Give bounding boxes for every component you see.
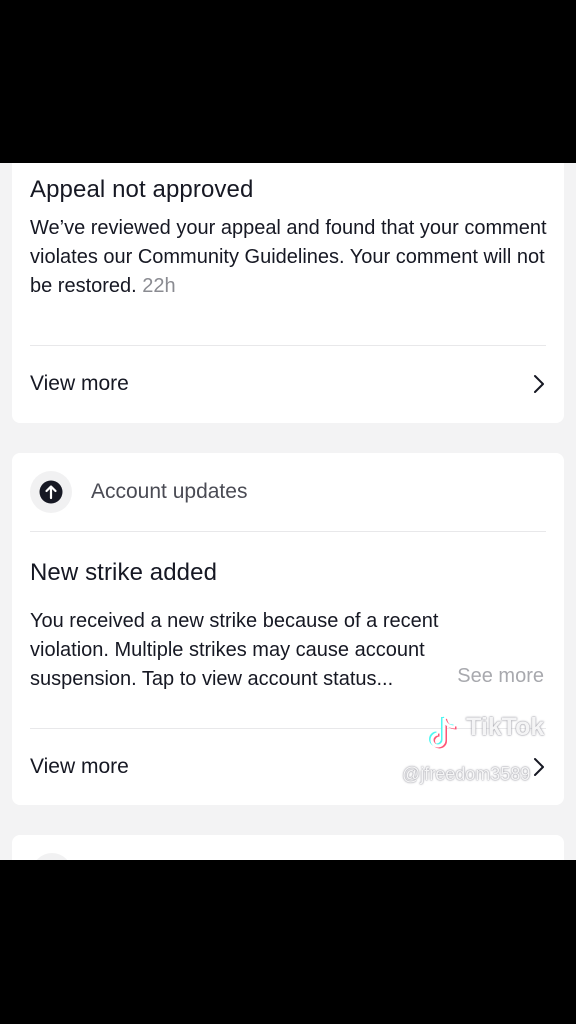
divider (30, 728, 546, 729)
appeal-body: We’ve reviewed your appeal and found tha… (30, 214, 550, 301)
strike-body: You received a new strike because of a r… (30, 610, 439, 690)
divider (30, 345, 546, 346)
appeal-notification-card[interactable]: Appeal not approved We’ve reviewed your … (12, 163, 564, 423)
partial-icon (32, 853, 72, 860)
arrow-up-circle-icon (39, 480, 63, 504)
see-more-link[interactable]: See more (457, 665, 544, 688)
view-more-account-button[interactable]: View more (30, 747, 546, 787)
next-notification-card[interactable] (12, 835, 564, 860)
chevron-right-icon (534, 758, 544, 776)
appeal-title: Appeal not approved (30, 176, 254, 203)
divider (30, 531, 546, 532)
view-more-appeal-button[interactable]: View more (30, 364, 546, 404)
chevron-right-icon (534, 375, 544, 393)
strike-title: New strike added (30, 559, 218, 586)
notifications-screen: Appeal not approved We’ve reviewed your … (0, 163, 576, 860)
view-more-label: View more (30, 755, 129, 778)
appeal-timestamp: 22h (142, 275, 176, 297)
account-updates-label: Account updates (91, 480, 248, 503)
account-updates-header: Account updates (30, 471, 247, 513)
appeal-body-text: We’ve reviewed your appeal and found tha… (30, 217, 547, 297)
view-more-label: View more (30, 372, 129, 395)
account-updates-icon-wrap (30, 471, 72, 513)
account-updates-card[interactable]: Account updates New strike added You rec… (12, 453, 564, 805)
